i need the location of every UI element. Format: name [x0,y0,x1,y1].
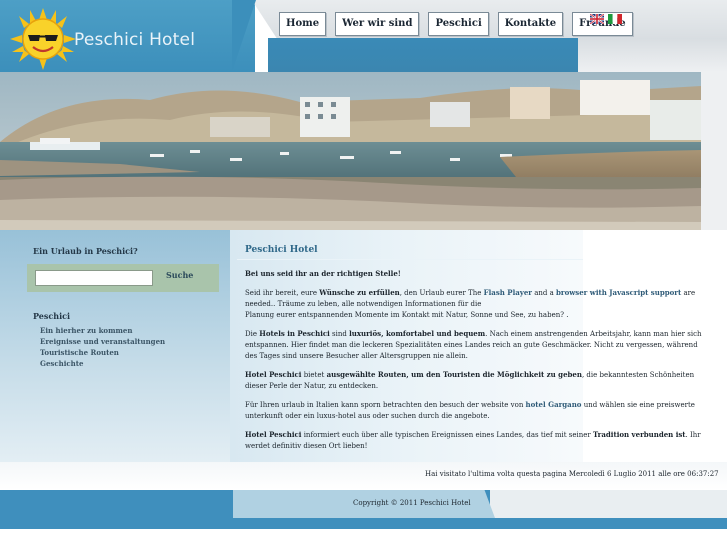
bold-text: Hotels in Peschici [259,329,330,338]
sun-logo-icon[interactable] [10,8,76,70]
text: and a [531,289,556,297]
sidebar-link-routes[interactable]: Touristische Routen [40,347,165,358]
banner-edge [701,72,727,230]
site-title: Peschici Hotel [74,30,196,50]
sidebar-links: Ein hierher zu kommen Ereignisse und ver… [40,325,165,369]
search-button[interactable]: Suche [166,270,193,280]
main-article: Bei uns seid ihr an der richtigen Stelle… [245,268,710,459]
nav-peschici-button[interactable]: Peschici [428,12,489,36]
header-right-panel [578,38,727,72]
nav-home-button[interactable]: Home [279,12,327,36]
paragraph-2: Die Hotels in Peschici sind luxuriös, ko… [245,328,710,362]
sidebar-section-title: Peschici [33,311,71,321]
intro-paragraph: Bei uns seid ihr an der richtigen Stelle… [245,268,710,280]
text: sind [329,330,350,338]
sidebar-link-events[interactable]: Ereignisse und veranstaltungen [40,336,165,347]
hotel-gargano-link[interactable]: hotel Gargano [526,400,582,409]
language-switcher [590,14,622,24]
bold-text: Hotel Peschici [245,370,302,379]
text: , den Urlaub eurer The [399,289,484,297]
search-input[interactable] [35,270,153,286]
paragraph-5: Hotel Peschici informiert euch über alle… [245,429,710,452]
text: Seid ihr bereit, eure [245,289,320,297]
paragraph-1: Seid ihr bereit, eure Wünsche zu erfülle… [245,287,710,321]
last-visit-text: Hai visitato l'ultima volta questa pagin… [425,470,719,478]
bold-text: ausgewählte Routen, um den Touristen die… [326,370,582,379]
text: bietet [301,371,327,379]
footer-right-panel [490,490,727,518]
flash-player-link[interactable]: Flash Player [484,288,532,297]
main-nav: Home Wer wir sind Peschici Kontakte Freu… [279,12,633,36]
harbor-panorama-image [0,72,701,230]
text: informiert euch über alle typischen Erei… [301,431,593,439]
bold-text: Tradition verbunden ist [592,430,686,439]
bold-text: Hotel Peschici [245,430,302,439]
paragraph-3: Hotel Peschici bietet ausgewählte Routen… [245,369,710,392]
nav-contacts-button[interactable]: Kontakte [497,12,564,36]
bottom-strip [0,518,727,529]
text: Planung eurer entspannenden Momente im K… [245,311,569,319]
browser-link[interactable]: browser with Javascript support [556,288,681,297]
bold-text: Wünsche zu erfüllen [319,288,400,297]
header-band [268,38,578,72]
text: Für Ihren urlaub in Italien kann sporn b… [245,401,526,409]
paragraph-4: Für Ihren urlaub in Italien kann sporn b… [245,399,710,422]
nav-about-button[interactable]: Wer wir sind [335,12,420,36]
title-divider [237,259,583,260]
intro-text: Bei uns seid ihr an der richtigen Stelle… [245,269,401,278]
sidebar-title: Ein Urlaub in Peschici? [33,246,138,256]
flag-uk-icon[interactable] [590,14,604,24]
flag-it-icon[interactable] [608,14,622,24]
page-title: Peschici Hotel [245,245,318,255]
sidebar-link-history[interactable]: Geschichte [40,358,165,369]
copyright-text: Copyright © 2011 Peschici Hotel [353,499,471,507]
page: Peschici Hotel Home Wer wir sind Peschic… [0,0,727,545]
bold-text: luxuriös, komfortabel und bequem [349,329,486,338]
sidebar-link-getting-here[interactable]: Ein hierher zu kommen [40,325,165,336]
text: Die [245,330,260,338]
